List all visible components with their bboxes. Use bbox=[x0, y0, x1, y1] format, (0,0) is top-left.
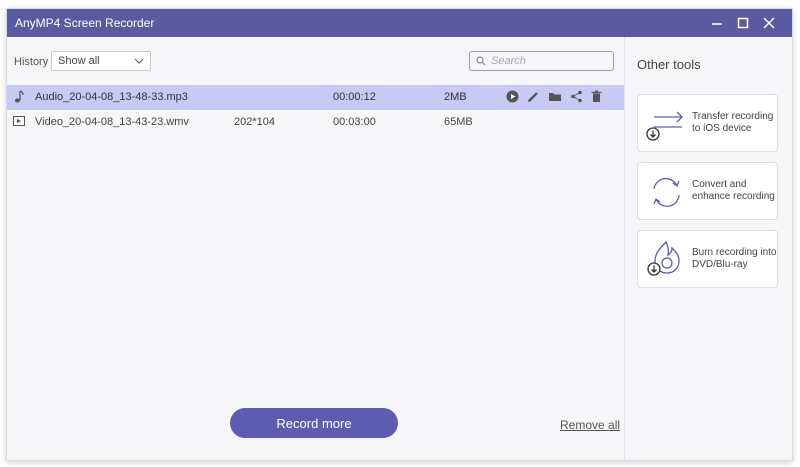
maximize-icon bbox=[737, 17, 749, 29]
transfer-tool-card[interactable]: Transfer recording to iOS device bbox=[637, 94, 778, 152]
recording-name: Audio_20-04-08_13-48-33.mp3 bbox=[35, 91, 188, 103]
recording-resolution: 202*104 bbox=[234, 116, 275, 128]
other-tools-panel: Other tools Transfer recording to iOS de… bbox=[624, 37, 792, 460]
burn-tool-card[interactable]: Burn recording into DVD/Blu-ray bbox=[637, 230, 778, 288]
history-panel: History Show all Audio_20-04-08_13-48-33… bbox=[7, 37, 624, 460]
burn-disc-icon bbox=[647, 240, 680, 276]
maximize-button[interactable] bbox=[730, 9, 756, 37]
music-note-icon bbox=[14, 90, 24, 103]
title-bar[interactable]: AnyMP4 Screen Recorder bbox=[7, 9, 792, 37]
delete-icon[interactable] bbox=[590, 90, 604, 104]
close-button[interactable] bbox=[756, 9, 782, 37]
recording-duration: 00:00:12 bbox=[333, 91, 376, 103]
history-toolbar: History Show all bbox=[7, 37, 624, 81]
other-tools-title: Other tools bbox=[637, 57, 701, 72]
share-icon[interactable] bbox=[570, 90, 584, 104]
video-file-icon bbox=[13, 116, 25, 126]
search-icon bbox=[476, 56, 486, 66]
transfer-tool-label: Transfer recording to iOS device bbox=[692, 111, 774, 134]
history-filter-select[interactable]: Show all bbox=[51, 51, 151, 71]
history-label: History bbox=[14, 56, 49, 68]
record-more-button[interactable]: Record more bbox=[230, 408, 398, 438]
burn-tool-label: Burn recording into DVD/Blu-ray bbox=[692, 247, 777, 270]
app-window: AnyMP4 Screen Recorder History Show all bbox=[6, 8, 793, 461]
recording-duration: 00:03:00 bbox=[333, 116, 376, 128]
play-icon[interactable] bbox=[506, 90, 520, 104]
minimize-icon bbox=[712, 23, 722, 25]
convert-tool-card[interactable]: Convert and enhance recording bbox=[637, 162, 778, 220]
remove-all-link[interactable]: Remove all bbox=[560, 418, 620, 432]
convert-tool-label: Convert and enhance recording bbox=[692, 179, 775, 202]
table-row[interactable]: Audio_20-04-08_13-48-33.mp3 00:00:12 2MB bbox=[7, 85, 624, 110]
minimize-button[interactable] bbox=[704, 9, 730, 37]
close-icon bbox=[763, 17, 775, 29]
recording-size: 65MB bbox=[444, 116, 473, 128]
search-input[interactable] bbox=[491, 53, 609, 69]
app-title: AnyMP4 Screen Recorder bbox=[15, 16, 155, 30]
folder-icon[interactable] bbox=[548, 90, 562, 104]
recording-size: 2MB bbox=[444, 91, 467, 103]
chevron-down-icon bbox=[134, 58, 144, 64]
history-filter-value: Show all bbox=[58, 55, 100, 67]
table-row[interactable]: Video_20-04-08_13-43-23.wmv 202*104 00:0… bbox=[7, 110, 624, 135]
search-box[interactable] bbox=[469, 51, 614, 71]
transfer-icon bbox=[646, 111, 683, 141]
edit-icon[interactable] bbox=[527, 90, 541, 104]
convert-icon bbox=[653, 177, 680, 207]
recordings-list: Audio_20-04-08_13-48-33.mp3 00:00:12 2MB bbox=[7, 85, 624, 135]
recording-name: Video_20-04-08_13-43-23.wmv bbox=[35, 116, 189, 128]
